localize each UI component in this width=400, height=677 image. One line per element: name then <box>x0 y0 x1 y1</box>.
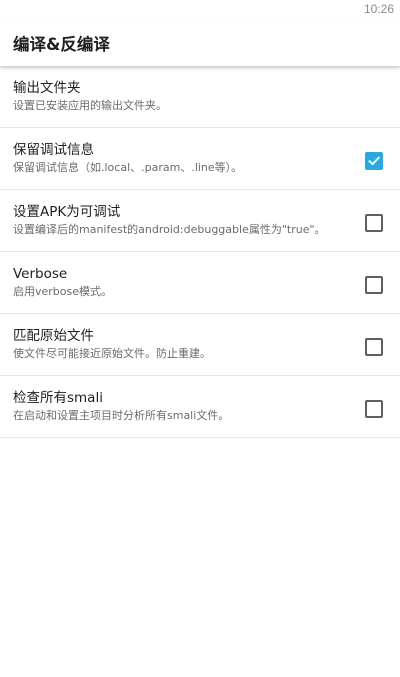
setting-title: 输出文件夹 <box>13 80 81 96</box>
setting-title: 保留调试信息 <box>13 142 94 158</box>
setting-texts: 匹配原始文件 使文件尽可能接近原始文件。防止重建。 <box>13 327 350 362</box>
app-bar: 编译&反编译 <box>0 18 400 66</box>
check-icon <box>368 156 380 166</box>
setting-texts: 检查所有smali 在启动和设置主项目时分析所有smali文件。 <box>13 389 350 424</box>
setting-check-all-smali[interactable]: 检查所有smali 在启动和设置主项目时分析所有smali文件。 <box>0 376 400 438</box>
verbose-checkbox[interactable] <box>365 276 383 294</box>
setting-summary: 启用verbose模式。 <box>13 285 113 298</box>
status-bar: 10:26 <box>0 0 400 18</box>
setting-summary: 在启动和设置主项目时分析所有smali文件。 <box>13 409 230 422</box>
setting-verbose[interactable]: Verbose 启用verbose模式。 <box>0 252 400 314</box>
setting-summary: 保留调试信息（如.local、.param、.line等）。 <box>13 161 243 174</box>
setting-texts: 设置APK为可调试 设置编译后的manifest的android:debugga… <box>13 203 350 238</box>
setting-summary: 设置已安装应用的输出文件夹。 <box>13 99 167 112</box>
setting-texts: 保留调试信息 保留调试信息（如.local、.param、.line等）。 <box>13 141 350 176</box>
status-time: 10:26 <box>363 2 394 16</box>
keep-debug-info-checkbox[interactable] <box>365 152 383 170</box>
setting-match-original[interactable]: 匹配原始文件 使文件尽可能接近原始文件。防止重建。 <box>0 314 400 376</box>
setting-title: Verbose <box>13 266 68 282</box>
settings-list: 输出文件夹 设置已安装应用的输出文件夹。 保留调试信息 保留调试信息（如.loc… <box>0 66 400 438</box>
setting-output-folder[interactable]: 输出文件夹 设置已安装应用的输出文件夹。 <box>0 66 400 128</box>
setting-keep-debug-info[interactable]: 保留调试信息 保留调试信息（如.local、.param、.line等）。 <box>0 128 400 190</box>
setting-texts: Verbose 启用verbose模式。 <box>13 265 350 300</box>
apk-debuggable-checkbox[interactable] <box>365 214 383 232</box>
setting-summary: 使文件尽可能接近原始文件。防止重建。 <box>13 347 211 360</box>
setting-summary: 设置编译后的manifest的android:debuggable属性为"tru… <box>13 223 326 236</box>
setting-title: 匹配原始文件 <box>13 328 94 344</box>
setting-apk-debuggable[interactable]: 设置APK为可调试 设置编译后的manifest的android:debugga… <box>0 190 400 252</box>
setting-title: 检查所有smali <box>13 390 103 406</box>
match-original-checkbox[interactable] <box>365 338 383 356</box>
setting-texts: 输出文件夹 设置已安装应用的输出文件夹。 <box>13 79 350 114</box>
page-title: 编译&反编译 <box>13 35 110 54</box>
setting-title: 设置APK为可调试 <box>13 204 121 220</box>
check-all-smali-checkbox[interactable] <box>365 400 383 418</box>
